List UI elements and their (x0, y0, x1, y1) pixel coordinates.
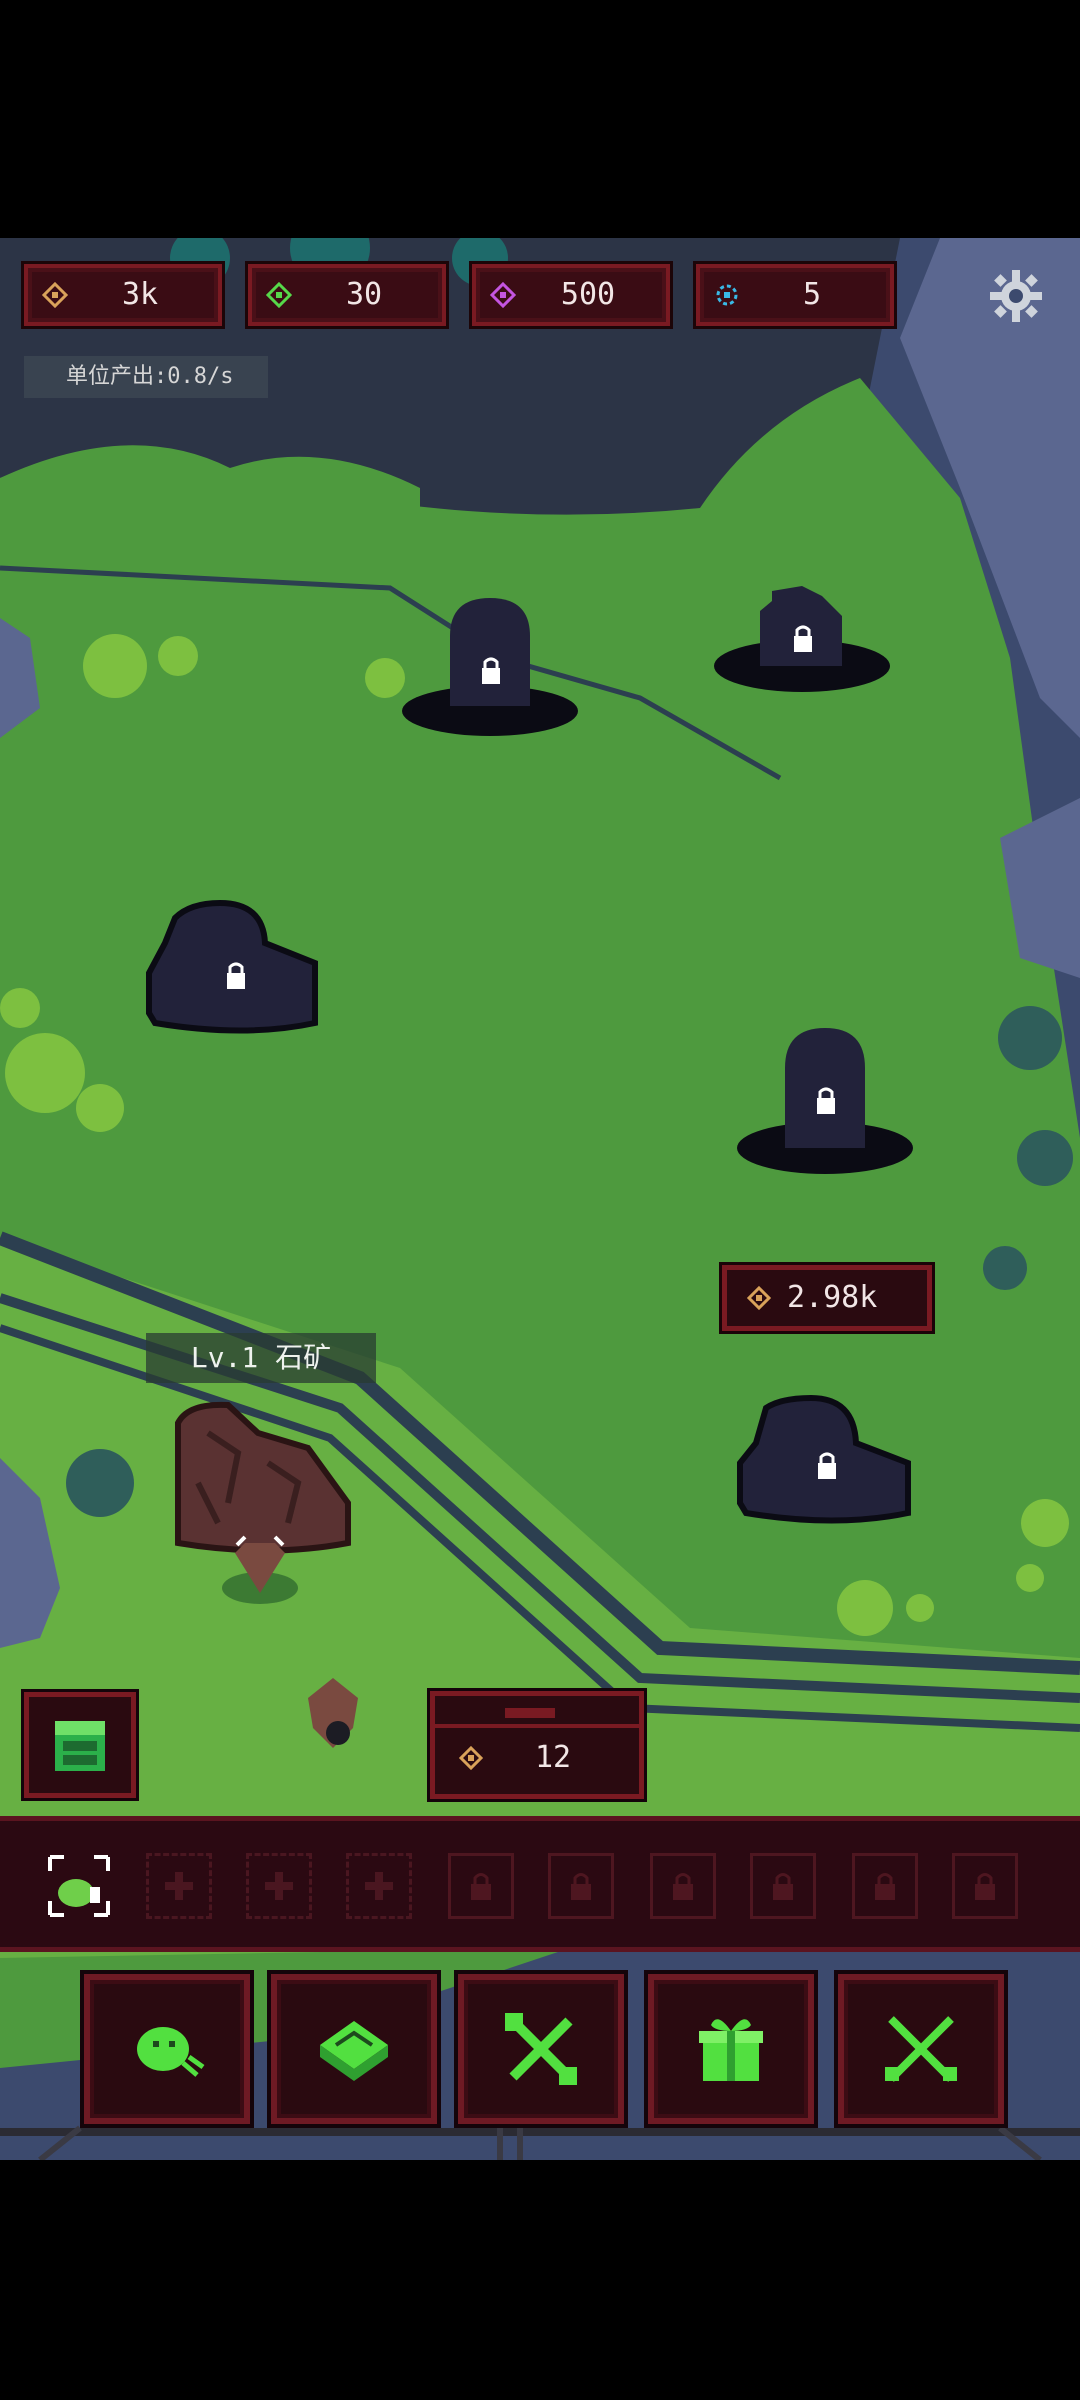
chest-lid-line (435, 1724, 639, 1728)
chest-value: 12 (535, 1740, 572, 1775)
locked-node-2[interactable] (712, 556, 892, 696)
resource-blue-value: 5 (802, 277, 822, 312)
slime-icon (137, 2027, 205, 2077)
resource-gold: 3k (24, 264, 222, 326)
slime-unit-icon (48, 1855, 110, 1917)
unit-slot-bar (0, 1816, 1080, 1952)
locked-node-5[interactable] (735, 998, 915, 1178)
lock-icon (817, 1098, 835, 1114)
nav-battle-button[interactable] (838, 1974, 1004, 2124)
lock-icon (818, 1463, 836, 1479)
nav-book-button[interactable] (271, 1974, 437, 2124)
chest-latch (505, 1708, 555, 1718)
resource-green: 30 (248, 264, 446, 326)
unit-slot-add[interactable] (246, 1853, 312, 1919)
gift-icon (699, 2019, 763, 2081)
locked-node-6[interactable] (736, 1353, 916, 1533)
unit-slot-locked (750, 1853, 816, 1919)
mine-level-label: Lv.1 石矿 (146, 1333, 376, 1383)
chest-box[interactable]: 12 (430, 1691, 644, 1799)
unit-slot-locked (952, 1853, 1018, 1919)
resource-purple: 500 (472, 264, 670, 326)
gold-coin-icon (459, 1746, 483, 1770)
lock-icon (794, 636, 812, 652)
locked-node-1[interactable] (400, 576, 580, 746)
unit-slot-locked (852, 1853, 918, 1919)
book-icon (320, 2021, 388, 2081)
crossed-swords-icon (885, 2016, 957, 2082)
nav-gift-button[interactable] (648, 1974, 814, 2124)
plus-icon (265, 1872, 293, 1900)
unlock-price-tag[interactable]: 2.98k (722, 1265, 932, 1331)
chest-icon (55, 1721, 105, 1771)
lock-icon (571, 1873, 591, 1900)
lock-icon (227, 973, 245, 989)
gear-icon[interactable] (986, 266, 1046, 326)
unlock-price-value: 2.98k (787, 1280, 878, 1315)
production-rate-text: 单位产出:0.8/s (66, 364, 234, 389)
unit-slot-add[interactable] (346, 1853, 412, 1919)
purple-gem-icon (490, 282, 516, 308)
mine-level-text: Lv.1 石矿 (190, 1341, 332, 1374)
locked-node-3[interactable] (145, 863, 325, 1043)
storage-button[interactable] (24, 1692, 136, 1798)
tools-icon (505, 2013, 577, 2085)
nav-summon-button[interactable] (84, 1974, 250, 2124)
worker-character (308, 1678, 358, 1748)
lock-icon (471, 1873, 491, 1900)
resource-green-value: 30 (345, 277, 383, 312)
plus-icon (365, 1872, 393, 1900)
lock-icon (673, 1873, 693, 1900)
gold-coin-icon (42, 282, 68, 308)
nav-tools-button[interactable] (458, 1974, 624, 2124)
gold-coin-icon (747, 1286, 771, 1310)
lock-icon (773, 1873, 793, 1900)
unit-slot-active[interactable] (46, 1853, 112, 1919)
resource-purple-value: 500 (560, 277, 616, 312)
resource-blue: 5 (696, 264, 894, 326)
green-gem-icon (266, 282, 292, 308)
lock-icon (875, 1873, 895, 1900)
minion-character (222, 1535, 298, 1604)
unit-slot-add[interactable] (146, 1853, 212, 1919)
plus-icon (165, 1872, 193, 1900)
blue-gear-gem-icon (716, 284, 738, 306)
lock-icon (482, 668, 500, 684)
production-rate-label: 单位产出:0.8/s (24, 356, 268, 398)
game-screen: 3k 30 500 5 单位产出:0.8/s 2.98k Lv.1 石矿 12 (0, 238, 1080, 2160)
resource-gold-value: 3k (121, 277, 159, 312)
unit-slot-locked (650, 1853, 716, 1919)
lock-icon (975, 1873, 995, 1900)
unit-slot-locked (548, 1853, 614, 1919)
unit-slot-locked (448, 1853, 514, 1919)
